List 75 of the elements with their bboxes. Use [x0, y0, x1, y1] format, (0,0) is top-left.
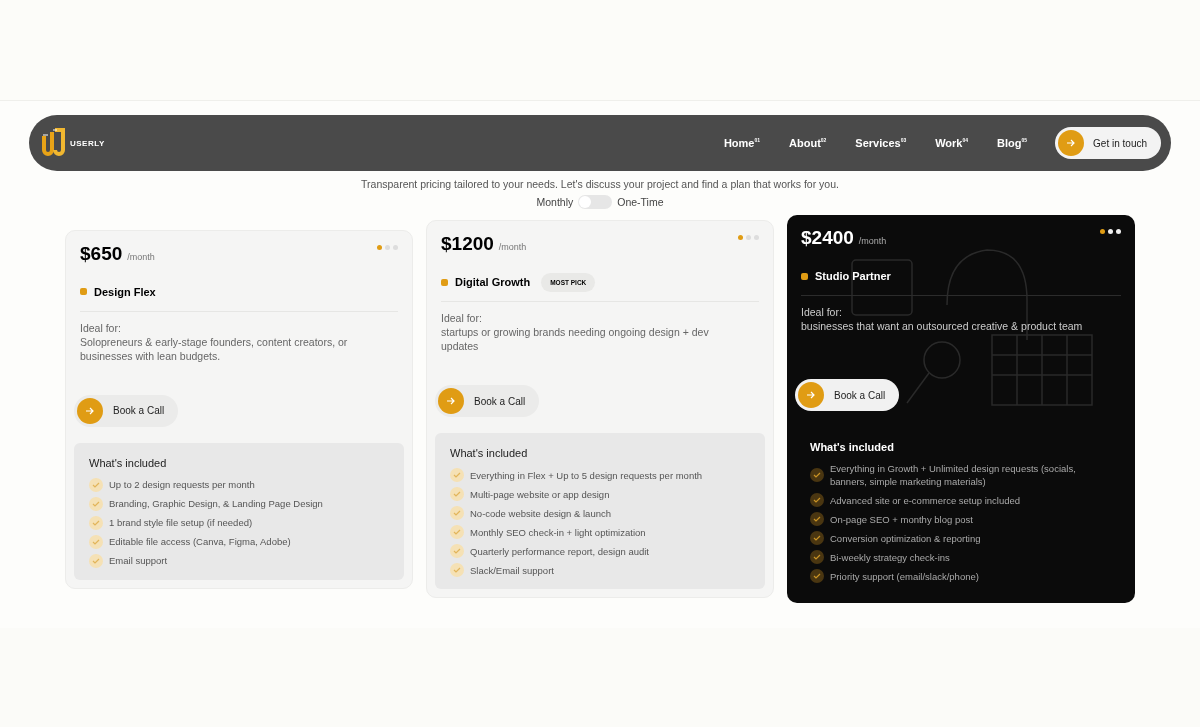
feature-text: Everything in Flex + Up to 5 design requests per month: [470, 468, 703, 482]
feature-text: Quarterly performance report, design audit: [470, 544, 649, 558]
check-icon: [89, 553, 103, 568]
ideal-label: Ideal for:: [441, 311, 483, 325]
intro-text: Transparent pricing tailored to your needs. Let's discuss your project and find a plan that works for you.: [361, 177, 839, 191]
check-icon: [450, 506, 464, 520]
check-icon: [89, 496, 103, 511]
toggle-label: Monthly: [536, 196, 574, 208]
feature-text: Slack/Email support: [470, 563, 554, 577]
book-call-button[interactable]: Book a Call: [74, 394, 179, 427]
check-icon: [450, 468, 464, 482]
feature-text: Priority support (email/slack/phone): [830, 569, 979, 583]
price-period: /month: [858, 236, 887, 246]
check-icon: [810, 468, 824, 482]
pager-dot[interactable]: [738, 235, 743, 240]
price-period: /month: [498, 242, 527, 252]
plan-price: $1200: [441, 233, 494, 255]
check-icon: [450, 563, 464, 577]
plan-name: Studio Partner: [815, 270, 891, 282]
feature-text: No-code website design & launch: [470, 506, 611, 520]
ideal-description: Solopreneurs & early-stage founders, content creators, or businesses with lean budgets.: [80, 334, 349, 363]
included-title: What's included: [89, 456, 168, 469]
feature-text: Editable file access (Canva, Figma, Adobe): [109, 535, 291, 548]
nav-link[interactable]: About$^{02}$: [789, 137, 827, 149]
feature-text: Multi-page website or app design: [470, 487, 610, 501]
logo-text: USERLY: [70, 138, 105, 148]
check-icon: [810, 569, 824, 583]
check-icon: [450, 544, 464, 558]
feature-text: Everything in Growth + Unlimited design requests (socials, banners, simple marketing materials): [830, 462, 1077, 488]
pager-dot[interactable]: [385, 244, 390, 250]
get-in-touch-button[interactable]: Get in touch: [1055, 127, 1161, 159]
feature-text: Monthly SEO check-in + light optimization: [470, 525, 646, 539]
feature-text: Branding, Graphic Design, & Landing Page Design: [109, 497, 323, 510]
feature-text: Advanced site or e-commerce setup included: [830, 493, 1021, 507]
price-period: /month: [127, 251, 155, 262]
nav-link[interactable]: Work$^{04}$: [935, 137, 969, 149]
plan-name: Design Flex: [94, 285, 156, 298]
nav-link[interactable]: Blog$^{05}$: [997, 137, 1028, 149]
feature-text: Conversion optimization & reporting: [830, 531, 981, 545]
nav-link[interactable]: Home$^{01}$: [723, 137, 761, 149]
feature-text: On-page SEO + monthy blog post: [830, 512, 973, 526]
pager-dot[interactable]: [393, 244, 398, 250]
check-icon: [89, 534, 103, 549]
feature-text: Email support: [109, 554, 168, 567]
check-icon: [810, 512, 824, 526]
pager-dot[interactable]: [1116, 229, 1121, 234]
book-call-button[interactable]: Book a Call: [435, 385, 540, 417]
plan-price: $650: [80, 242, 123, 265]
ideal-description: businesses that want an outsourced creative & product team: [801, 319, 1084, 333]
pager-dot[interactable]: [1108, 229, 1113, 234]
pager-dot[interactable]: [377, 244, 382, 250]
nav-link[interactable]: Services$^{03}$: [855, 137, 907, 149]
plan-price: $2400: [801, 227, 854, 249]
pager-dot[interactable]: [746, 235, 751, 240]
check-icon: [89, 477, 103, 492]
check-icon: [89, 515, 103, 530]
billing-switch[interactable]: [578, 195, 613, 209]
check-icon: [810, 531, 824, 545]
included-title: What's included: [810, 441, 895, 453]
check-icon: [810, 493, 824, 507]
included-title: What's included: [450, 447, 529, 459]
ideal-label: Ideal for:: [80, 320, 122, 335]
feature-text: 1 brand style file setup (if needed): [109, 516, 253, 529]
check-icon: [450, 487, 464, 501]
ideal-description: startups or growing brands needing ongoing design + dev updates: [441, 325, 710, 353]
check-icon: [810, 550, 824, 564]
book-call-button[interactable]: Book a Call: [795, 379, 900, 411]
ideal-label: Ideal for:: [801, 305, 843, 319]
plan-name: Digital Growth: [455, 276, 531, 288]
check-icon: [450, 525, 464, 539]
toggle-label: One-Time: [617, 196, 664, 208]
feature-text: Up to 2 design requests per month: [109, 478, 255, 491]
pager-dot[interactable]: [1100, 229, 1105, 234]
feature-text: Bi-weekly strategy check-ins: [830, 550, 950, 564]
pager-dot[interactable]: [754, 235, 759, 240]
